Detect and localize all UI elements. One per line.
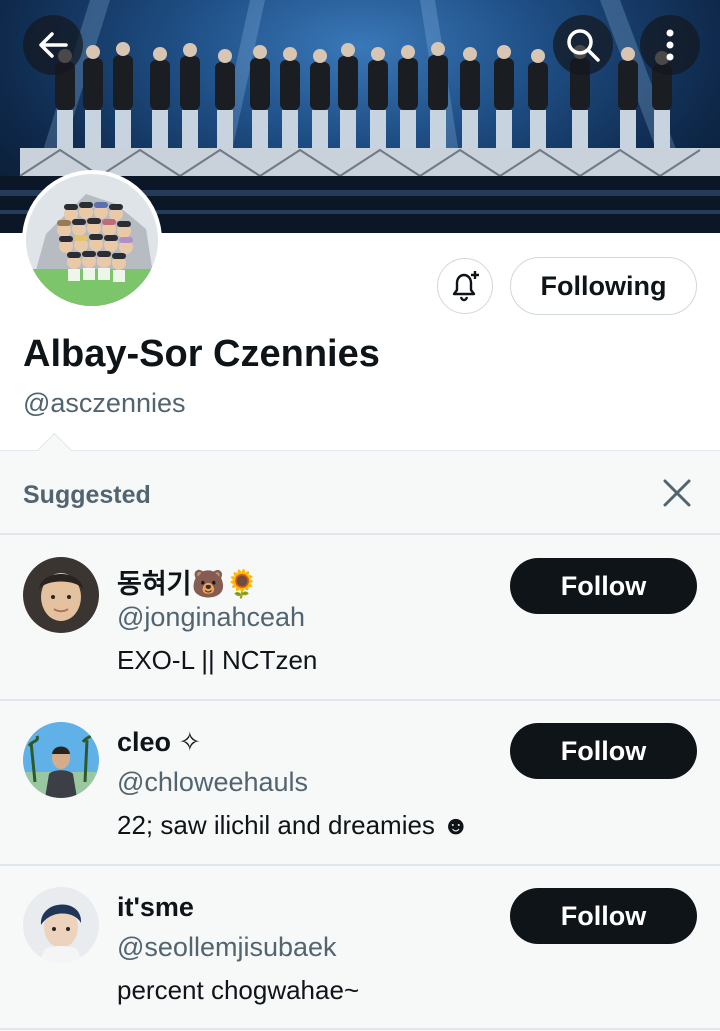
- more-vertical-icon: [666, 29, 674, 61]
- suggested-name-3: it'sme: [117, 892, 194, 922]
- divider: [0, 699, 720, 701]
- suggested-bio-2: 22; saw ilichil and dreamies ☻: [117, 810, 470, 840]
- suggested-avatar-3[interactable]: [23, 887, 99, 963]
- close-icon[interactable]: [660, 476, 694, 510]
- avatar-illustration: [26, 174, 158, 306]
- bell-plus-icon: [452, 271, 479, 302]
- search-icon: [567, 29, 600, 62]
- profile-handle: @asczennies: [23, 388, 186, 418]
- follow-button-1[interactable]: Follow: [510, 558, 697, 614]
- follow-button-2[interactable]: Follow: [510, 723, 697, 779]
- profile-avatar[interactable]: [22, 170, 162, 310]
- suggested-avatar-1[interactable]: [23, 557, 99, 633]
- suggested-handle-3: @seollemjisubaek: [117, 932, 337, 962]
- suggested-name-2: cleo ✧: [117, 727, 202, 757]
- suggested-bio-3: percent chogwahae~: [117, 975, 360, 1005]
- divider: [0, 533, 720, 535]
- suggested-handle-2: @chloweehauls: [117, 767, 309, 797]
- divider: [0, 864, 720, 866]
- suggested-handle-1: @jonginahceah: [117, 602, 306, 632]
- divider: [0, 1028, 720, 1030]
- notifications-button[interactable]: [437, 258, 493, 314]
- avatar-photo: [23, 557, 99, 633]
- more-button[interactable]: [640, 15, 700, 75]
- search-button[interactable]: [553, 15, 613, 75]
- following-button[interactable]: Following: [510, 257, 697, 315]
- back-button[interactable]: [23, 15, 83, 75]
- suggested-avatar-2[interactable]: [23, 722, 99, 798]
- avatar-photo: [23, 722, 99, 798]
- suggested-name-1: 동혀기🐻🌻: [117, 569, 259, 599]
- avatar-photo: [23, 887, 99, 963]
- suggested-title: Suggested: [23, 481, 151, 509]
- suggested-bio-1: EXO-L || NCTzen: [117, 645, 318, 675]
- profile-display-name: Albay-Sor Czennies: [23, 333, 380, 375]
- follow-button-3[interactable]: Follow: [510, 888, 697, 944]
- arrow-left-icon: [39, 32, 68, 58]
